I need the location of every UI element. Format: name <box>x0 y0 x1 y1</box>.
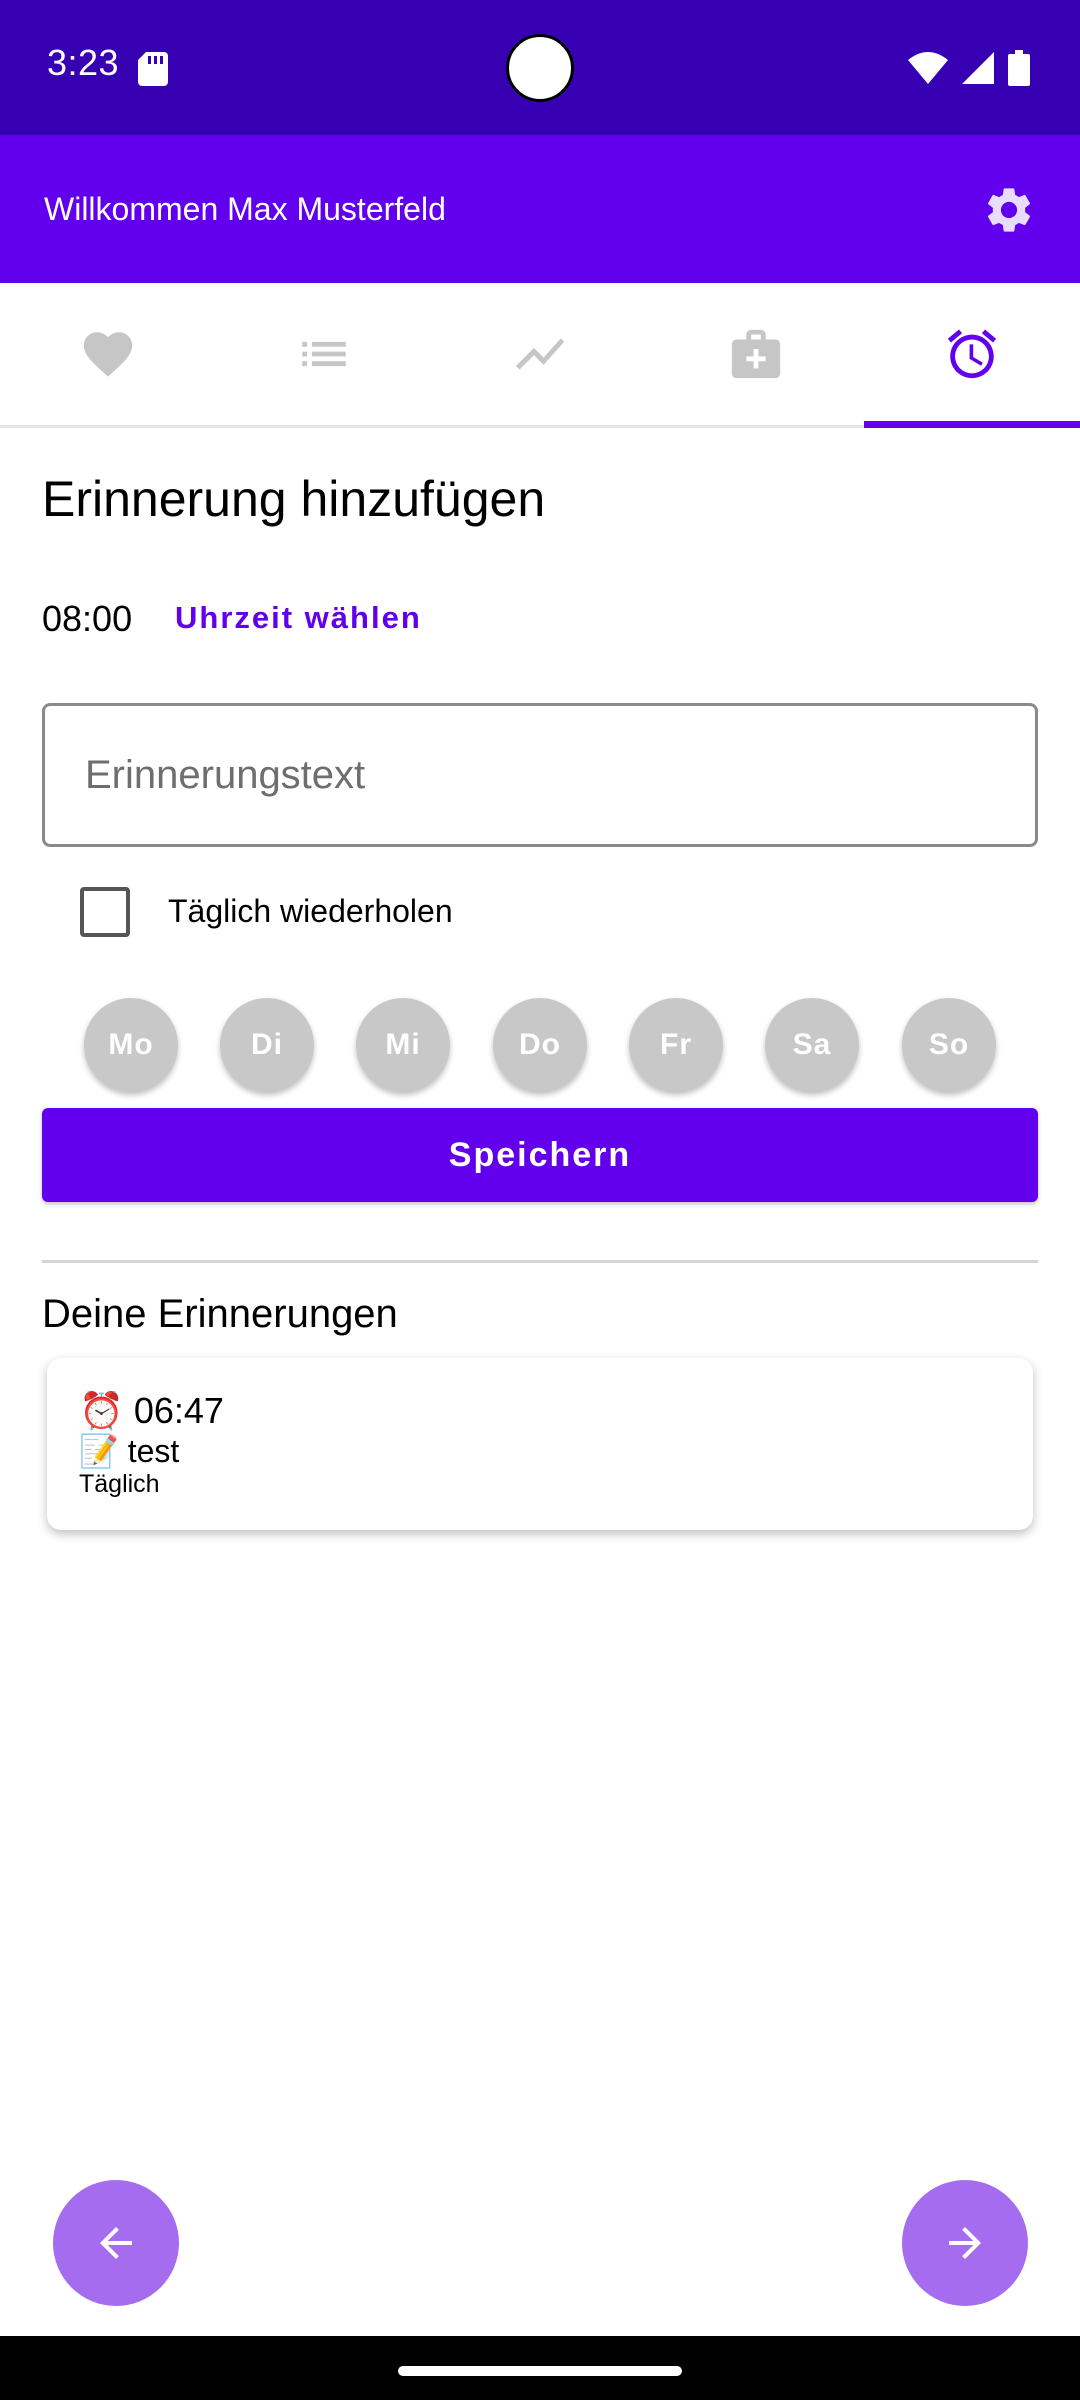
heart-icon <box>83 332 133 377</box>
reminders-heading: Deine Erinnerungen <box>42 1292 398 1336</box>
system-nav-bar <box>0 2336 1080 2400</box>
trending-icon <box>515 338 565 370</box>
page-title: Erinnerung hinzufügen <box>42 471 546 527</box>
status-bar: 3:23 <box>0 0 1080 135</box>
choose-time-button[interactable]: Uhrzeit wählen <box>175 600 422 636</box>
status-icons <box>908 50 1030 86</box>
reminder-text-input[interactable] <box>45 706 1035 844</box>
reminder-text: 📝 test <box>79 1433 180 1469</box>
day-toggle-do[interactable]: Do <box>493 998 587 1092</box>
repeat-daily-label: Täglich wiederholen <box>168 893 453 929</box>
tab-reminders[interactable] <box>864 283 1080 425</box>
active-tab-indicator <box>864 421 1080 428</box>
reminder-time: ⏰ 06:47 <box>79 1390 224 1431</box>
day-toggle-mi[interactable]: Mi <box>356 998 450 1092</box>
camera-cutout <box>506 34 574 102</box>
day-toggle-di[interactable]: Di <box>220 998 314 1092</box>
tab-trends[interactable] <box>432 283 648 425</box>
forward-fab[interactable] <box>902 2180 1028 2306</box>
app-bar: Willkommen Max Musterfeld <box>0 135 1080 283</box>
selected-time: 08:00 <box>42 598 133 639</box>
settings-gear-icon[interactable] <box>982 183 1036 237</box>
day-toggle-mo[interactable]: Mo <box>84 998 178 1092</box>
day-toggle-sa[interactable]: Sa <box>765 998 859 1092</box>
reminder-card[interactable]: ⏰ 06:47 📝 test Täglich <box>47 1358 1033 1530</box>
day-toggle-so[interactable]: So <box>902 998 996 1092</box>
back-fab[interactable] <box>53 2180 179 2306</box>
save-button[interactable]: Speichern <box>42 1108 1038 1202</box>
reminder-text-field[interactable] <box>42 703 1038 847</box>
cell-signal-icon <box>962 52 994 84</box>
tab-health[interactable] <box>0 283 216 425</box>
arrow-forward-icon <box>949 2227 981 2259</box>
sd-card-icon <box>138 52 168 86</box>
tab-medical[interactable] <box>648 283 864 425</box>
status-time: 3:23 <box>47 42 120 83</box>
list-icon <box>302 341 346 367</box>
arrow-back-icon <box>100 2227 132 2259</box>
day-toggle-fr[interactable]: Fr <box>629 998 723 1092</box>
battery-icon <box>1008 50 1030 86</box>
home-gesture-handle[interactable] <box>398 2366 682 2376</box>
wifi-icon <box>908 52 948 84</box>
medical-bag-icon <box>731 329 781 379</box>
repeat-daily-checkbox[interactable] <box>80 887 130 937</box>
tab-bar <box>0 283 1080 428</box>
divider <box>42 1260 1038 1263</box>
welcome-title: Willkommen Max Musterfeld <box>44 191 446 227</box>
tab-list[interactable] <box>216 283 432 425</box>
alarm-icon <box>947 329 997 379</box>
reminder-repeat: Täglich <box>79 1470 160 1498</box>
